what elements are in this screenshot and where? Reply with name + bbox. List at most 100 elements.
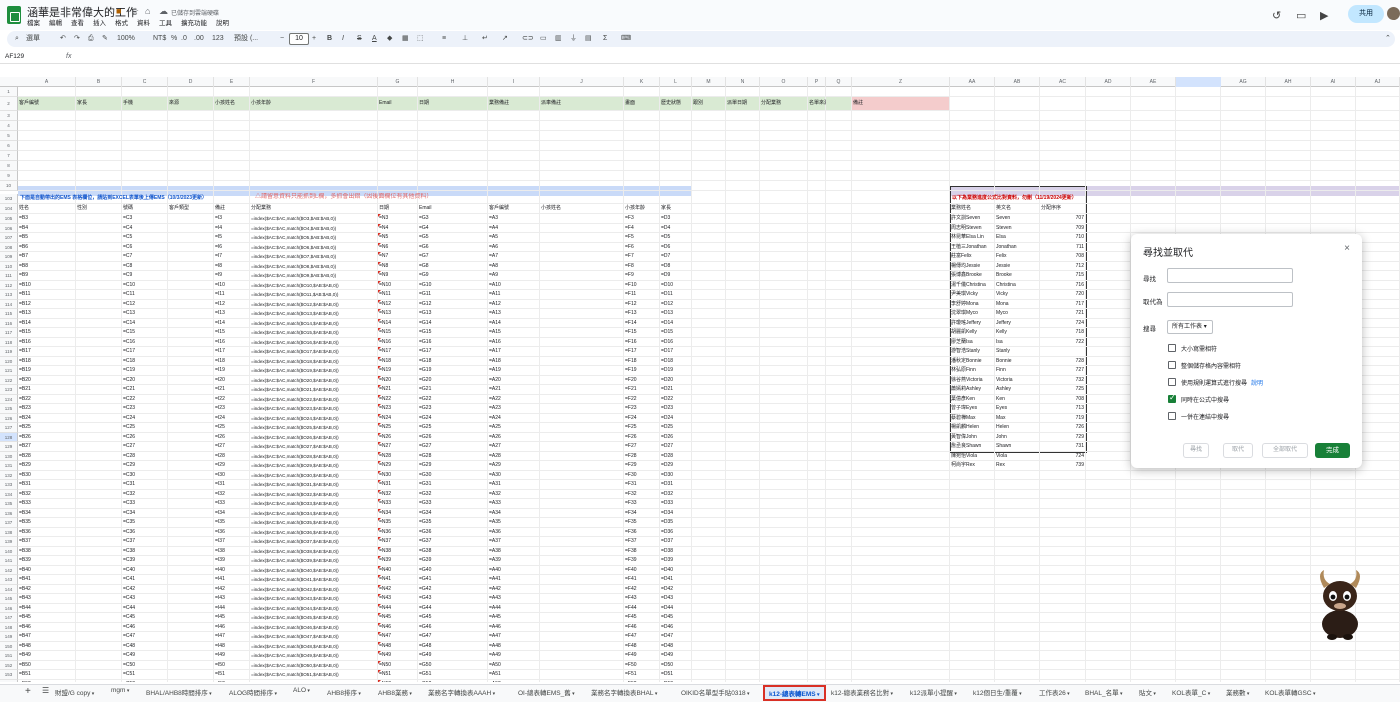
formula-cell[interactable]: =index($AC:$AC,match($O14,$AB:$AB,0)) <box>250 319 378 329</box>
cell[interactable]: =F32 <box>624 490 660 500</box>
cell[interactable]: =I16 <box>214 338 250 348</box>
cell[interactable]: =F35 <box>624 518 660 528</box>
cell[interactable]: =F36 <box>624 528 660 538</box>
cell[interactable]: =N35 <box>378 518 418 528</box>
row-header[interactable]: 114 <box>0 299 18 309</box>
increase-font-icon[interactable]: + <box>312 33 316 45</box>
row-header[interactable]: 142 <box>0 565 18 575</box>
sales-seq-cell[interactable]: 708 <box>1040 395 1086 405</box>
cell[interactable]: =D35 <box>660 518 692 528</box>
cell[interactable]: =N25 <box>378 423 418 433</box>
cell[interactable]: =C19 <box>122 366 168 376</box>
chevron-down-icon[interactable]: ▾ <box>1206 691 1211 697</box>
row-header[interactable]: 10 <box>0 181 18 191</box>
menu-item[interactable]: 資料 <box>137 17 150 27</box>
menu-item[interactable]: 工具 <box>159 17 172 27</box>
cell[interactable]: =G28 <box>418 452 488 462</box>
formula-cell[interactable]: =index($AC:$AC,match($O12,$AB:$AB,0)) <box>250 300 378 310</box>
sales-en-cell[interactable]: Stanly <box>995 347 1040 357</box>
cell[interactable]: =F15 <box>624 328 660 338</box>
sales-seq-cell[interactable]: 721 <box>1040 309 1086 319</box>
sales-en-cell[interactable]: Victoria <box>995 376 1040 386</box>
cell[interactable]: =N27 <box>378 442 418 452</box>
cell[interactable]: =B51 <box>18 670 76 680</box>
cell[interactable]: =B35 <box>18 518 76 528</box>
formula-cell[interactable]: =index($AC:$AC,match($O3,$AB:$AB,0)) <box>250 214 378 224</box>
cell[interactable]: =F47 <box>624 632 660 642</box>
cell[interactable]: =I27 <box>214 442 250 452</box>
cell[interactable]: =D52 <box>660 680 692 683</box>
cell[interactable]: =G7 <box>418 252 488 262</box>
row-header[interactable]: 2 <box>0 97 18 111</box>
cell[interactable]: =F27 <box>624 442 660 452</box>
row-header[interactable]: 121 <box>0 366 18 376</box>
cell[interactable]: =C24 <box>122 414 168 424</box>
sales-en-cell[interactable]: Finn <box>995 366 1040 376</box>
cell[interactable]: =N41 <box>378 575 418 585</box>
cell[interactable]: =B30 <box>18 471 76 481</box>
cell[interactable]: =A15 <box>488 328 540 338</box>
sales-en-cell[interactable]: Max <box>995 414 1040 424</box>
sales-en-cell[interactable]: Jonathan <box>995 243 1040 253</box>
chevron-down-icon[interactable]: ▾ <box>1119 691 1123 697</box>
sales-seq-cell[interactable]: 713 <box>1040 404 1086 414</box>
cell[interactable]: =N50 <box>378 661 418 671</box>
chevron-down-icon[interactable]: ▾ <box>1066 691 1070 697</box>
cell[interactable]: =F28 <box>624 452 660 462</box>
formula-cell[interactable]: =index($AC:$AC,match($O5,$AB:$AB,0)) <box>250 233 378 243</box>
cell[interactable]: =N8 <box>378 262 418 272</box>
collapse-toolbar-icon[interactable]: ⌃ <box>1385 33 1391 45</box>
replace-all-button[interactable]: 全部取代 <box>1262 443 1308 458</box>
formula-cell[interactable]: =index($AC:$AC,match($O50,$AB:$AB,0)) <box>250 661 378 671</box>
formula-cell[interactable]: =index($AC:$AC,match($O52,$AB:$AB,0)) <box>250 680 378 683</box>
cell[interactable]: =N21 <box>378 385 418 395</box>
column-header[interactable]: N <box>726 77 760 87</box>
replace-button[interactable]: 取代 <box>1223 443 1253 458</box>
cell[interactable]: =F52 <box>624 680 660 683</box>
row-header[interactable]: 154 <box>0 679 18 682</box>
cell[interactable]: =B21 <box>18 385 76 395</box>
cell[interactable]: =B8 <box>18 262 76 272</box>
cell[interactable]: =B33 <box>18 499 76 509</box>
cell[interactable]: =F34 <box>624 509 660 519</box>
cell[interactable]: =I51 <box>214 670 250 680</box>
cell[interactable]: =A31 <box>488 480 540 490</box>
cell[interactable]: =I38 <box>214 547 250 557</box>
chevron-down-icon[interactable]: ▾ <box>1312 691 1316 697</box>
cell[interactable]: =A32 <box>488 490 540 500</box>
cell[interactable]: =A27 <box>488 442 540 452</box>
sales-seq-cell[interactable]: 724 <box>1040 452 1086 462</box>
cell[interactable]: =G19 <box>418 366 488 376</box>
cell[interactable]: =C28 <box>122 452 168 462</box>
sheet-tab[interactable]: 業務名字轉換表AAAH ▾ <box>428 687 495 697</box>
cell[interactable]: =I40 <box>214 566 250 576</box>
column-header[interactable]: AI <box>1311 77 1356 87</box>
increase-decimal-button[interactable]: .00 <box>194 33 204 45</box>
cell[interactable]: =A18 <box>488 357 540 367</box>
cell[interactable]: =B10 <box>18 281 76 291</box>
cell[interactable]: =A26 <box>488 433 540 443</box>
formula-cell[interactable]: =index($AC:$AC,match($O13,$AB:$AB,0)) <box>250 309 378 319</box>
cell[interactable]: =D20 <box>660 376 692 386</box>
cell[interactable]: =D50 <box>660 661 692 671</box>
column-header[interactable]: Q <box>826 77 852 87</box>
sales-name-cell[interactable]: 湯千儀Christina <box>950 281 995 291</box>
option-checkbox[interactable] <box>1168 393 1176 403</box>
sheet-tab[interactable]: 業務數 ▾ <box>1226 687 1249 697</box>
cell[interactable]: =I22 <box>214 395 250 405</box>
undo-icon[interactable]: ↶ <box>60 33 66 45</box>
cell[interactable]: =A25 <box>488 423 540 433</box>
cell[interactable]: =G10 <box>418 281 488 291</box>
cell[interactable]: =B13 <box>18 309 76 319</box>
column-header[interactable]: AJ <box>1356 77 1400 87</box>
vertical-align-icon[interactable]: ⊥ <box>462 33 468 45</box>
cell[interactable]: =C20 <box>122 376 168 386</box>
formula-cell[interactable]: =index($AC:$AC,match($O37,$AB:$AB,0)) <box>250 537 378 547</box>
sales-name-cell[interactable]: 蔡碧樺Max <box>950 414 995 424</box>
cell[interactable]: =N19 <box>378 366 418 376</box>
cell[interactable]: =I47 <box>214 632 250 642</box>
cell[interactable]: =I7 <box>214 252 250 262</box>
cell[interactable]: =C11 <box>122 290 168 300</box>
fill-color-icon[interactable]: ◆ <box>387 33 392 45</box>
cell[interactable]: =G49 <box>418 651 488 661</box>
